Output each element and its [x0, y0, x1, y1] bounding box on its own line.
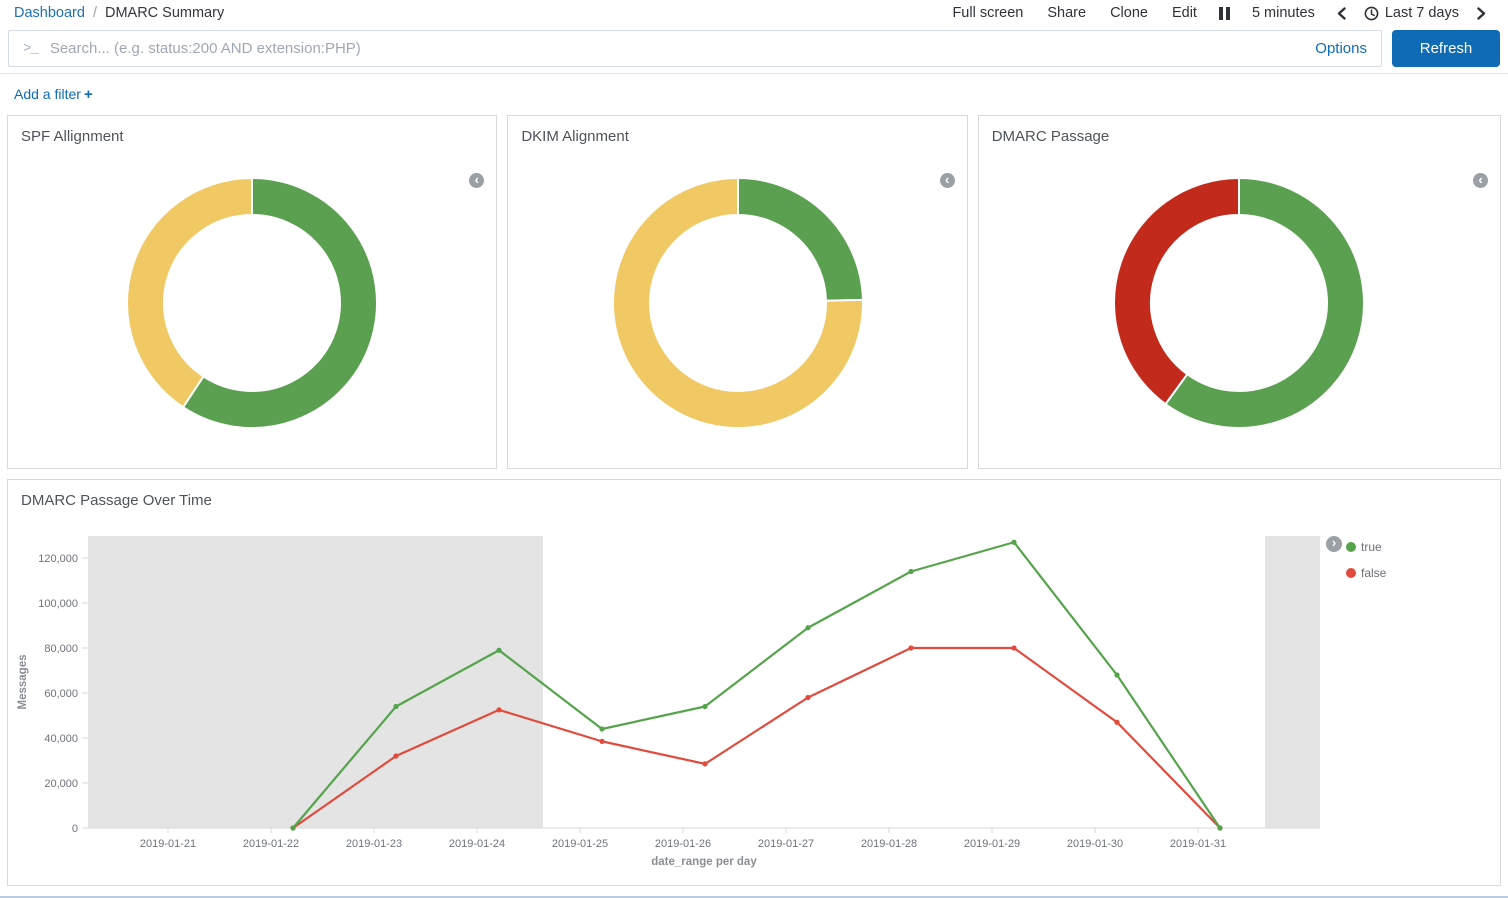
data-point-false[interactable] — [496, 707, 501, 712]
edit-button[interactable]: Edit — [1160, 5, 1209, 21]
add-filter-label: Add a filter — [14, 86, 81, 102]
x-axis-title: date_range per day — [651, 856, 757, 868]
partial-bucket-band-right — [1265, 536, 1320, 828]
x-axis-tick-label: 2019-01-28 — [861, 838, 917, 850]
x-axis-tick-label: 2019-01-29 — [964, 838, 1020, 850]
data-point-true[interactable] — [290, 825, 295, 830]
plus-icon: + — [84, 86, 93, 103]
data-point-false[interactable] — [1011, 645, 1016, 650]
x-axis-tick-label: 2019-01-26 — [655, 838, 711, 850]
dmarc-over-time-line-chart[interactable]: 0 20,000 40,000 60,000 80,000 100,000 120,000 2… — [8, 480, 1500, 885]
x-axis-tick-label: 2019-01-27 — [758, 838, 814, 850]
legend-dot-icon — [1346, 568, 1356, 578]
y-axis-tick-label: 0 — [72, 823, 78, 835]
y-axis-tick-label: 40,000 — [44, 733, 78, 745]
query-prompt-icon: >_ — [23, 41, 38, 57]
clone-button[interactable]: Clone — [1098, 5, 1160, 21]
panel-title: DKIM Alignment — [508, 116, 966, 145]
panel-spf-alignment: SPF Allignment ‹ — [7, 115, 497, 469]
time-range-label: Last 7 days — [1385, 5, 1459, 21]
pause-icon[interactable] — [1209, 7, 1240, 20]
legend-label: true — [1361, 540, 1382, 554]
data-point-false[interactable] — [599, 739, 604, 744]
partial-bucket-band-left — [88, 536, 543, 828]
panel-dmarc-passage: DMARC Passage ‹ — [978, 115, 1501, 469]
legend-item-false[interactable]: false — [1346, 560, 1386, 586]
spf-donut-chart[interactable] — [122, 173, 382, 433]
breadcrumb-dashboard-link[interactable]: Dashboard — [14, 5, 85, 21]
top-nav-bar: Dashboard / DMARC Summary Full screen Sh… — [0, 0, 1508, 24]
query-bar: >_ Options Refresh — [0, 24, 1508, 67]
x-axis-tick-label: 2019-01-30 — [1067, 838, 1123, 850]
data-point-true[interactable] — [908, 569, 913, 574]
legend-label: false — [1361, 566, 1386, 580]
refresh-button[interactable]: Refresh — [1392, 30, 1500, 67]
dmarc-donut-chart[interactable] — [1109, 173, 1369, 433]
panel-collapse-chevron-icon[interactable]: ‹ — [1473, 173, 1488, 188]
legend-dot-icon — [1346, 542, 1356, 552]
page-title: DMARC Summary — [105, 5, 224, 21]
add-filter-button[interactable]: Add a filter+ — [14, 86, 93, 102]
panel-dkim-alignment: DKIM Alignment ‹ — [507, 115, 967, 469]
y-axis-tick-label: 60,000 — [44, 688, 78, 700]
x-axis-tick-label: 2019-01-21 — [140, 838, 196, 850]
filter-bar: Add a filter+ — [0, 74, 1508, 113]
data-point-true[interactable] — [702, 704, 707, 709]
data-point-true[interactable] — [393, 704, 398, 709]
y-axis-tick-label: 20,000 — [44, 778, 78, 790]
y-axis-tick-label: 100,000 — [38, 598, 78, 610]
time-back-chevron-icon[interactable] — [1327, 7, 1356, 20]
panel-title: DMARC Passage — [979, 116, 1500, 145]
donut-slice-yellow[interactable] — [127, 178, 252, 407]
donut-slice-red[interactable] — [1114, 178, 1239, 404]
y-axis-tick-label: 80,000 — [44, 643, 78, 655]
dashboard-menu: Full screen Share Clone Edit 5 minutes L… — [940, 5, 1496, 21]
breadcrumb: Dashboard / DMARC Summary — [14, 5, 224, 21]
x-axis-tick-label: 2019-01-24 — [449, 838, 505, 850]
x-axis-tick-label: 2019-01-22 — [243, 838, 299, 850]
data-point-false[interactable] — [393, 753, 398, 758]
y-axis-tick-label: 120,000 — [38, 553, 78, 565]
dkim-donut-chart[interactable] — [608, 173, 868, 433]
breadcrumb-separator: / — [93, 5, 97, 21]
time-range-picker[interactable]: Last 7 days — [1356, 5, 1467, 21]
refresh-interval-button[interactable]: 5 minutes — [1240, 5, 1327, 21]
x-axis-tick-label: 2019-01-23 — [346, 838, 402, 850]
data-point-true[interactable] — [1011, 540, 1016, 545]
search-input[interactable] — [50, 40, 1303, 57]
data-point-true[interactable] — [805, 625, 810, 630]
data-point-false[interactable] — [702, 761, 707, 766]
share-button[interactable]: Share — [1035, 5, 1098, 21]
options-link[interactable]: Options — [1315, 40, 1367, 57]
legend-item-true[interactable]: true — [1346, 534, 1386, 560]
search-box[interactable]: >_ Options — [8, 30, 1382, 67]
full-screen-button[interactable]: Full screen — [940, 5, 1035, 21]
time-forward-chevron-icon[interactable] — [1467, 7, 1496, 20]
data-point-true[interactable] — [1217, 825, 1222, 830]
clock-icon — [1364, 6, 1379, 21]
data-point-false[interactable] — [1114, 720, 1119, 725]
panel-title: SPF Allignment — [8, 116, 496, 145]
legend-toggle-chevron-icon[interactable]: › — [1326, 536, 1342, 552]
data-point-true[interactable] — [599, 726, 604, 731]
donut-slice-green[interactable] — [738, 178, 863, 301]
x-axis-tick-label: 2019-01-31 — [1170, 838, 1226, 850]
panel-collapse-chevron-icon[interactable]: ‹ — [940, 173, 955, 188]
chart-legend: true false — [1346, 534, 1386, 586]
data-point-false[interactable] — [805, 695, 810, 700]
data-point-true[interactable] — [1114, 672, 1119, 677]
dashboard-panels-row: SPF Allignment ‹ DKIM Alignment ‹ DMARC … — [0, 113, 1508, 469]
data-point-false[interactable] — [908, 645, 913, 650]
x-axis-tick-label: 2019-01-25 — [552, 838, 608, 850]
y-axis-title: Messages — [17, 655, 29, 710]
panel-dmarc-passage-over-time: DMARC Passage Over Time 020,00040,00060,… — [7, 479, 1501, 886]
data-point-true[interactable] — [496, 648, 501, 653]
